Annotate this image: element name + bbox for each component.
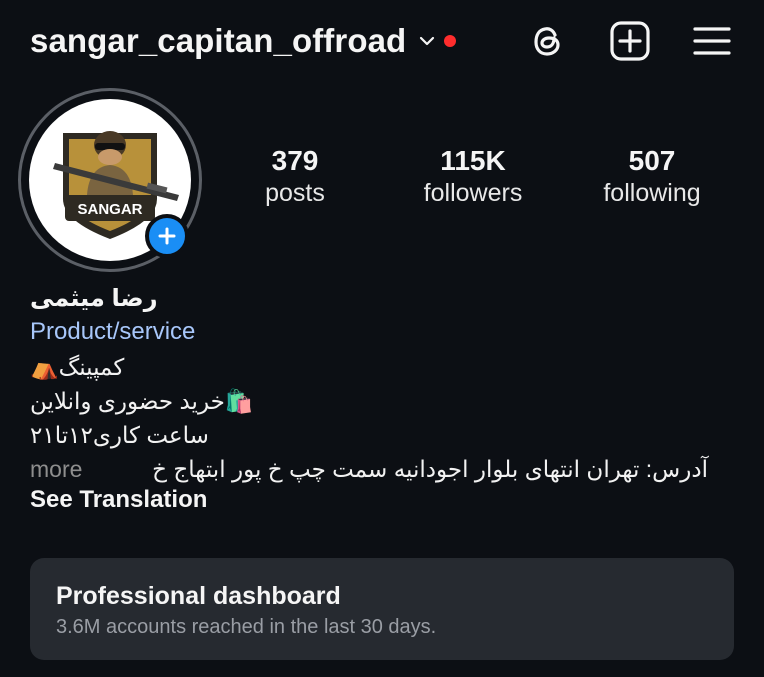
see-translation-button[interactable]: See Translation — [30, 486, 207, 514]
stat-label: followers — [423, 179, 523, 207]
dashboard-subtitle: 3.6M accounts reached in the last 30 day… — [56, 616, 437, 638]
new-post-icon[interactable] — [608, 19, 652, 63]
profile-page: sangar_capitan_offroad SANGAR 379 posts … — [0, 0, 764, 677]
stat-value: 115K — [440, 145, 506, 176]
notification-dot — [444, 35, 457, 47]
stat-followers[interactable]: 115K followers — [393, 144, 553, 208]
bio-line: ساعت کاری۱۲تا۲۱ — [30, 422, 209, 448]
stat-label: following — [603, 179, 701, 207]
profile-category[interactable]: Product/service — [30, 318, 195, 346]
bio-line-address: آدرس: تهران انتهای بلوار اجودانیه سمت چپ… — [152, 456, 708, 482]
add-story-button[interactable] — [145, 214, 189, 258]
chevron-down-icon[interactable] — [418, 32, 436, 50]
stat-following[interactable]: 507 following — [572, 144, 732, 208]
stat-label: posts — [265, 179, 325, 207]
username-switcher[interactable]: sangar_capitan_offroad — [30, 22, 406, 60]
bio-line: کمپینگ⛺ — [30, 354, 125, 380]
stat-posts[interactable]: 379 posts — [215, 144, 375, 208]
header-actions — [526, 18, 734, 64]
bio-line: 🛍️خرید حضوری وانلاین — [30, 388, 254, 414]
more-link[interactable]: more — [30, 456, 82, 483]
professional-dashboard-card[interactable]: Professional dashboard 3.6M accounts rea… — [30, 558, 734, 660]
plus-icon — [158, 227, 176, 245]
dashboard-title: Professional dashboard — [56, 582, 341, 610]
stat-value: 507 — [628, 145, 676, 176]
menu-icon[interactable] — [690, 19, 734, 63]
profile-name: رضا میثمی — [30, 285, 158, 312]
profile-header: sangar_capitan_offroad — [30, 18, 734, 64]
threads-icon[interactable] — [526, 19, 570, 63]
stat-value: 379 — [271, 145, 319, 176]
avatar-logo-text: SANGAR — [77, 201, 142, 218]
